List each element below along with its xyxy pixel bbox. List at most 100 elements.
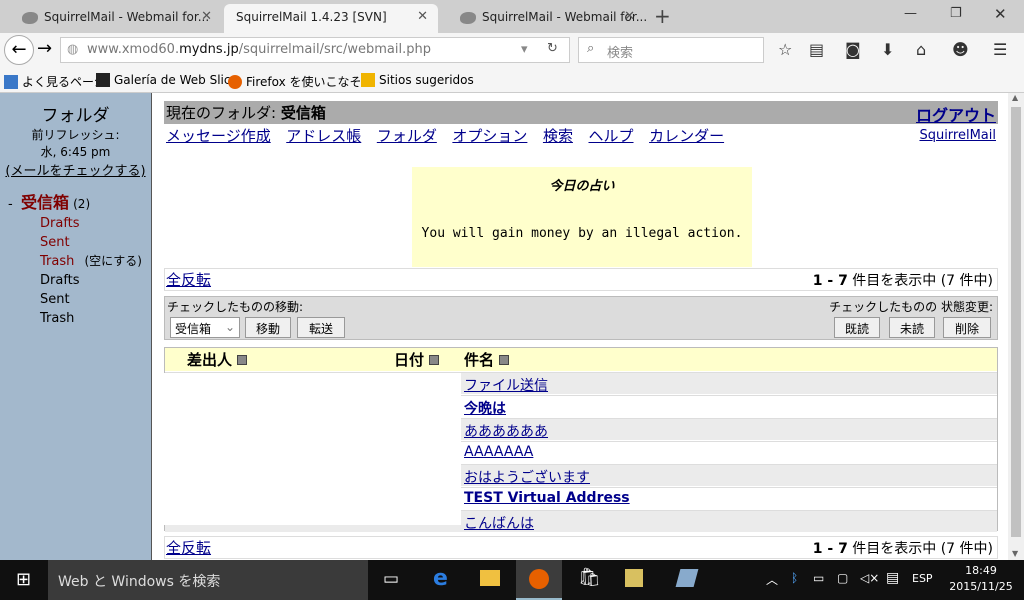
taskbar-search[interactable]: Web と Windows を検索 — [48, 560, 368, 600]
folder-trash[interactable]: Trash — [40, 309, 151, 328]
dropdown-icon[interactable]: ▾ — [521, 42, 528, 57]
tab-2[interactable]: SquirrelMail 1.4.23 [SVN] ✕ — [224, 4, 438, 33]
minimize-icon[interactable]: — — [904, 6, 917, 21]
tab-1[interactable]: SquirrelMail - Webmail for... ✕ — [2, 4, 222, 33]
column-subject[interactable]: 件名 — [464, 349, 510, 370]
app-icon-2[interactable] — [675, 569, 699, 587]
message-subject-link[interactable]: TEST Virtual Address — [464, 490, 630, 506]
folder-inbox[interactable]: 受信箱 — [21, 193, 69, 212]
clock[interactable]: 18:49 2015/11/25 — [946, 563, 1016, 595]
message-table: 差出人 日付 件名 ファイル送信 今晩はああああああ AAAAAAA おはようございま… — [159, 347, 998, 533]
sort-icon[interactable] — [499, 355, 510, 365]
restore-icon[interactable]: ❐ — [950, 6, 962, 21]
search-icon: ⌕ — [587, 41, 595, 56]
bookmark-suggested[interactable]: Sitios sugeridos — [361, 73, 474, 87]
firefox-icon — [228, 75, 242, 89]
message-subject-link[interactable]: 今晩は — [464, 398, 506, 418]
hello-icon[interactable]: ☻ — [952, 40, 969, 59]
search-input[interactable]: ⌕ 検索 — [578, 37, 764, 63]
menu-icon[interactable]: ☰ — [993, 40, 1007, 59]
move-button[interactable]: 移動 — [245, 317, 291, 338]
sort-icon[interactable] — [429, 355, 440, 365]
message-subject-link[interactable]: ああああああ — [464, 421, 548, 441]
chevron-up-icon[interactable]: ︿ — [766, 571, 778, 588]
menu-search[interactable]: 検索 — [543, 127, 573, 145]
check-mail-link[interactable]: (メールをチェックする) — [0, 160, 151, 179]
mark-unread-button[interactable]: 未読 — [889, 317, 935, 338]
folder-inbox-sent[interactable]: Sent — [40, 233, 151, 252]
window-close-icon[interactable]: ✕ — [994, 5, 1007, 23]
move-folder-select[interactable]: 受信箱 ⌄ — [170, 317, 240, 338]
tab-label: SquirrelMail - Webmail for... — [44, 10, 210, 24]
forward-button[interactable]: 転送 — [297, 317, 345, 338]
windows-start-icon[interactable]: ⊞ — [16, 569, 31, 590]
task-view-icon[interactable]: ▭ — [383, 569, 399, 589]
scrollbar-thumb[interactable] — [1011, 107, 1021, 537]
notifications-icon[interactable]: ▤ — [886, 570, 899, 586]
squirrelmail-link[interactable]: SquirrelMail — [919, 128, 996, 143]
message-subject-link[interactable]: おはようございます — [464, 467, 590, 487]
pocket-icon[interactable]: ◙ — [845, 40, 861, 59]
volume-muted-icon[interactable]: ◁× — [860, 571, 879, 585]
download-icon[interactable]: ⬇ — [881, 40, 894, 59]
language-indicator[interactable]: ESP — [912, 572, 933, 585]
file-explorer-icon[interactable] — [480, 570, 500, 586]
current-folder: 受信箱 — [280, 104, 326, 122]
column-from[interactable]: 差出人 — [187, 349, 248, 370]
menu-compose[interactable]: メッセージ作成 — [166, 127, 271, 145]
reload-icon[interactable]: ↻ — [547, 41, 558, 56]
reading-list-icon[interactable]: ▤ — [809, 40, 824, 59]
close-icon[interactable]: ✕ — [417, 9, 428, 24]
menu-calendar[interactable]: カレンダー — [649, 127, 724, 145]
back-icon[interactable]: ← — [4, 35, 34, 65]
collapse-toggle[interactable]: - — [8, 197, 13, 212]
tab-label: SquirrelMail - Webmail for... — [482, 10, 648, 24]
folder-sent[interactable]: Sent — [40, 290, 151, 309]
bluetooth-icon[interactable]: ᛒ — [791, 571, 798, 585]
network-icon[interactable]: ▢ — [837, 571, 848, 585]
url-bar[interactable]: ◍ www.xmod60.mydns.jp/squirrelmail/src/we… — [60, 37, 570, 63]
bookmark-most-visited[interactable]: よく見るページ — [4, 73, 106, 90]
home-icon[interactable]: ⌂ — [916, 40, 926, 59]
column-label: 差出人 — [187, 351, 233, 369]
folder-drafts[interactable]: Drafts — [40, 271, 151, 290]
forward-icon[interactable]: → — [37, 38, 52, 59]
menu-options[interactable]: オプション — [452, 127, 527, 145]
message-subject-link[interactable]: AAAAAAA — [464, 444, 533, 460]
store-icon[interactable]: 🛍 — [578, 567, 601, 588]
tab-3[interactable]: SquirrelMail - Webmail for... ✕ — [440, 4, 648, 33]
bookmark-web-slice[interactable]: Galería de Web Slice — [96, 73, 238, 87]
battery-icon[interactable]: ▭ — [813, 571, 824, 585]
bookmark-star-icon[interactable]: ☆ — [778, 40, 792, 59]
clock-time: 18:49 — [965, 564, 997, 577]
firefox-taskbar-button[interactable] — [516, 560, 562, 600]
new-tab-icon[interactable]: + — [654, 4, 671, 28]
fortune-title: 今日の占い — [549, 179, 615, 194]
toggle-all-link[interactable]: 全反転 — [166, 271, 211, 289]
folder-inbox-trash[interactable]: Trash — [40, 254, 74, 269]
menu-folders[interactable]: フォルダ — [377, 127, 437, 145]
inbox-count: (2) — [73, 197, 91, 211]
message-subject-link[interactable]: ファイル送信 — [464, 375, 548, 395]
bookmark-firefox[interactable]: Firefox を使いこなそう — [228, 73, 374, 90]
clock-date: 2015/11/25 — [949, 580, 1013, 593]
app-icon[interactable] — [625, 569, 643, 587]
sort-icon[interactable] — [237, 355, 248, 365]
mark-read-button[interactable]: 既読 — [834, 317, 880, 338]
logout-link[interactable]: ログアウト — [916, 102, 996, 126]
empty-trash-link[interactable]: (空にする) — [85, 254, 142, 268]
close-icon[interactable]: ✕ — [624, 9, 635, 24]
toggle-all-link[interactable]: 全反転 — [166, 539, 211, 557]
scrollbar[interactable]: ▲ ▼ — [1008, 93, 1024, 560]
edge-icon[interactable]: e — [433, 566, 448, 591]
close-icon[interactable]: ✕ — [201, 9, 212, 24]
redacted-area — [159, 373, 461, 525]
message-subject-link[interactable]: こんばんは — [464, 513, 534, 533]
folder-inbox-drafts[interactable]: Drafts — [40, 214, 151, 233]
menu-addresses[interactable]: アドレス帳 — [286, 127, 361, 145]
delete-button[interactable]: 削除 — [943, 317, 991, 338]
column-date[interactable]: 日付 — [394, 349, 440, 370]
search-placeholder: 検索 — [607, 46, 634, 61]
column-label: 日付 — [394, 351, 425, 369]
menu-help[interactable]: ヘルプ — [589, 127, 634, 145]
